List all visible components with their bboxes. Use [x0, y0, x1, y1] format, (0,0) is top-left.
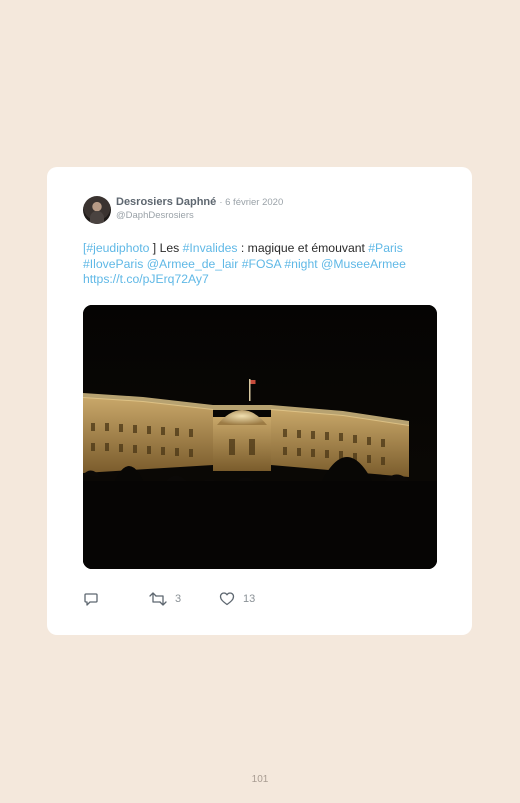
text-segment: : magique et émouvant: [237, 241, 369, 255]
hashtag-paris[interactable]: #Paris: [368, 241, 403, 255]
author-line: Desrosiers Daphné · 6 février 2020: [116, 196, 283, 208]
tweet-text: [#jeudiphoto ] Les #Invalides : magique …: [83, 241, 443, 288]
hashtag-jeudiphoto[interactable]: #jeudiphoto: [86, 241, 149, 255]
heart-icon: [219, 592, 235, 606]
like-button[interactable]: 13: [219, 591, 255, 607]
tweet-card: Desrosiers Daphné · 6 février 2020 @Daph…: [47, 167, 472, 635]
author-name[interactable]: Desrosiers Daphné: [116, 196, 216, 208]
author-handle[interactable]: @DaphDesrosiers: [116, 210, 194, 221]
retweet-count: 3: [175, 593, 182, 605]
retweet-icon: [149, 592, 167, 606]
avatar[interactable]: [83, 196, 111, 224]
tweet-url[interactable]: https://t.co/pJErq72Ay7: [83, 272, 209, 286]
text-segment: ] Les: [149, 241, 183, 255]
mention-armee-de-lair[interactable]: @Armee_de_lair: [147, 257, 239, 271]
night-building-photo: [83, 305, 437, 569]
tweet-actions: 3 13: [83, 591, 423, 609]
tweet-photo[interactable]: [83, 305, 437, 569]
page-number: 101: [251, 774, 269, 785]
retweet-button[interactable]: 3: [149, 591, 181, 607]
hashtag-iloveparis[interactable]: #IloveParis: [83, 257, 143, 271]
hashtag-invalides[interactable]: #Invalides: [183, 241, 238, 255]
reply-icon: [84, 593, 98, 606]
tweet-date[interactable]: · 6 février 2020: [219, 197, 283, 208]
reply-button[interactable]: [83, 591, 99, 607]
mention-museearmee[interactable]: @MuseeArmee: [321, 257, 406, 271]
like-count: 13: [243, 593, 256, 605]
hashtag-fosa[interactable]: #FOSA: [242, 257, 281, 271]
hashtag-night[interactable]: #night: [284, 257, 317, 271]
